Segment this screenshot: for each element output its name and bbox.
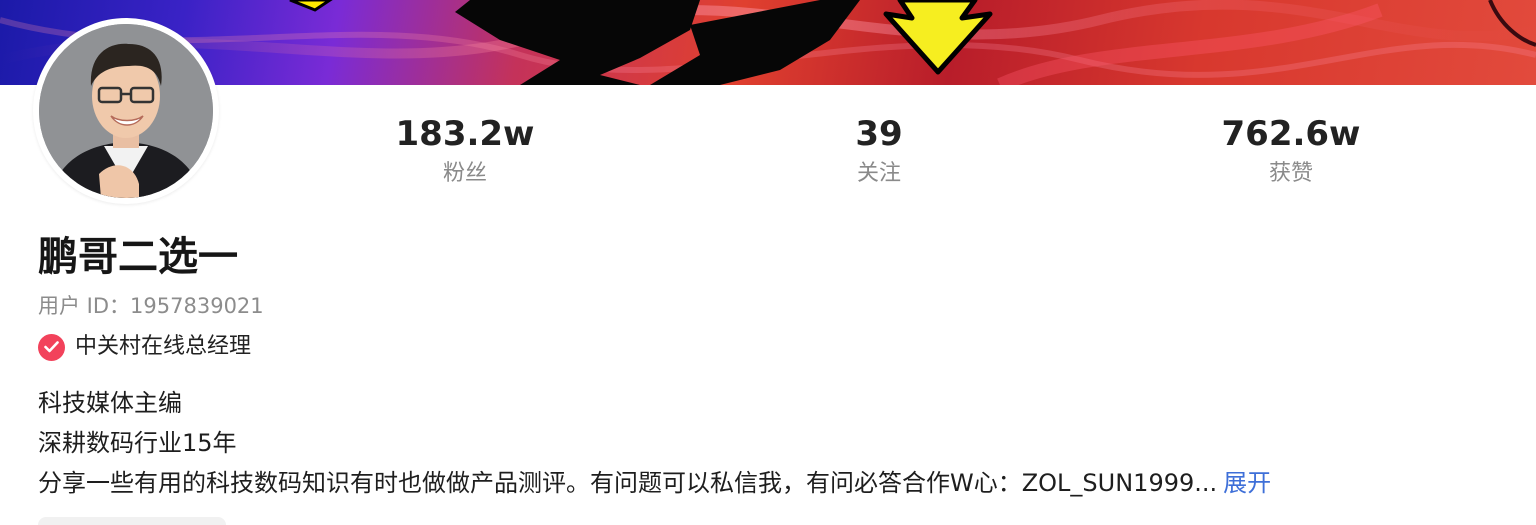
bio-text: 分享一些有用的科技数码知识有时也做做产品测评。有问题可以私信我，有问必答合作W心… xyxy=(38,469,1218,497)
bio-line-2: 深耕数码行业15年 xyxy=(38,429,237,457)
user-id: 用户 ID：1957839021 xyxy=(38,291,264,321)
followers-count: 183.2w xyxy=(395,114,535,154)
bio-line-3: 分享一些有用的科技数码知识有时也做做产品测评。有问题可以私信我，有问必答合作W心… xyxy=(38,466,1271,500)
user-id-value: 1957839021 xyxy=(130,294,264,318)
cover-art xyxy=(0,0,1536,85)
verification-badge: 中关村在线总经理 xyxy=(38,332,251,362)
expand-link[interactable]: 展开 xyxy=(1223,469,1271,497)
avatar[interactable] xyxy=(33,18,219,204)
likes-label: 获赞 xyxy=(1268,161,1313,186)
stat-following[interactable]: 39 关注 xyxy=(779,112,979,190)
following-count: 39 xyxy=(855,114,903,154)
user-id-label: 用户 ID： xyxy=(38,294,131,318)
verification-text: 中关村在线总经理 xyxy=(75,334,252,359)
avatar-illustration xyxy=(39,24,213,198)
cover-banner xyxy=(0,0,1536,85)
bio-line-1: 科技媒体主编 xyxy=(38,389,182,417)
tag-pill[interactable] xyxy=(38,517,226,525)
following-label: 关注 xyxy=(856,161,901,186)
stat-followers[interactable]: 183.2w 粉丝 xyxy=(365,112,565,190)
stat-likes[interactable]: 762.6w 获赞 xyxy=(1191,112,1391,190)
profile-page: 183.2w 粉丝 39 关注 762.6w 获赞 鹏哥二选一 用户 ID：19… xyxy=(0,0,1536,525)
followers-label: 粉丝 xyxy=(442,161,487,186)
profile-name: 鹏哥二选一 xyxy=(38,234,238,280)
check-circle-icon xyxy=(38,333,65,361)
avatar-photo xyxy=(39,24,213,198)
likes-count: 762.6w xyxy=(1221,114,1361,154)
